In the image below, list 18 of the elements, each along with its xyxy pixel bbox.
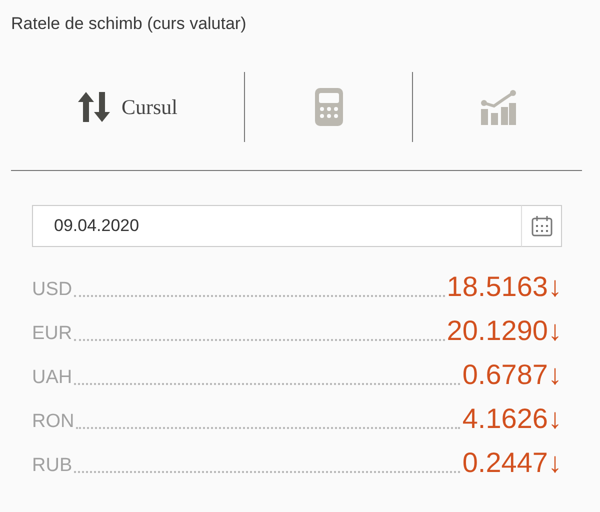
currency-code: RON xyxy=(32,411,74,434)
exchange-rate: 4.1626↓ xyxy=(462,403,562,435)
exchange-rate: 0.6787↓ xyxy=(462,359,562,391)
calculator-icon xyxy=(314,88,342,126)
calendar-icon xyxy=(530,215,552,237)
currency-code: RUB xyxy=(32,455,72,478)
currency-code: UAH xyxy=(32,367,72,390)
currency-code: EUR xyxy=(32,323,72,346)
currency-code: USD xyxy=(32,279,72,302)
exchange-rate: 20.1290↓ xyxy=(446,315,562,347)
exchange-rate: 18.5163↓ xyxy=(446,271,562,303)
widget-title: Ratele de schimb (curs valutar) xyxy=(11,14,248,34)
date-field[interactable]: 09.04.2020 xyxy=(32,205,522,247)
bar-chart-icon xyxy=(480,89,516,125)
sort-arrows-icon xyxy=(77,90,112,124)
rate-tab[interactable]: Cursul xyxy=(69,77,186,137)
exchange-rate: 0.2447↓ xyxy=(462,447,562,479)
calendar-button[interactable] xyxy=(522,205,562,247)
